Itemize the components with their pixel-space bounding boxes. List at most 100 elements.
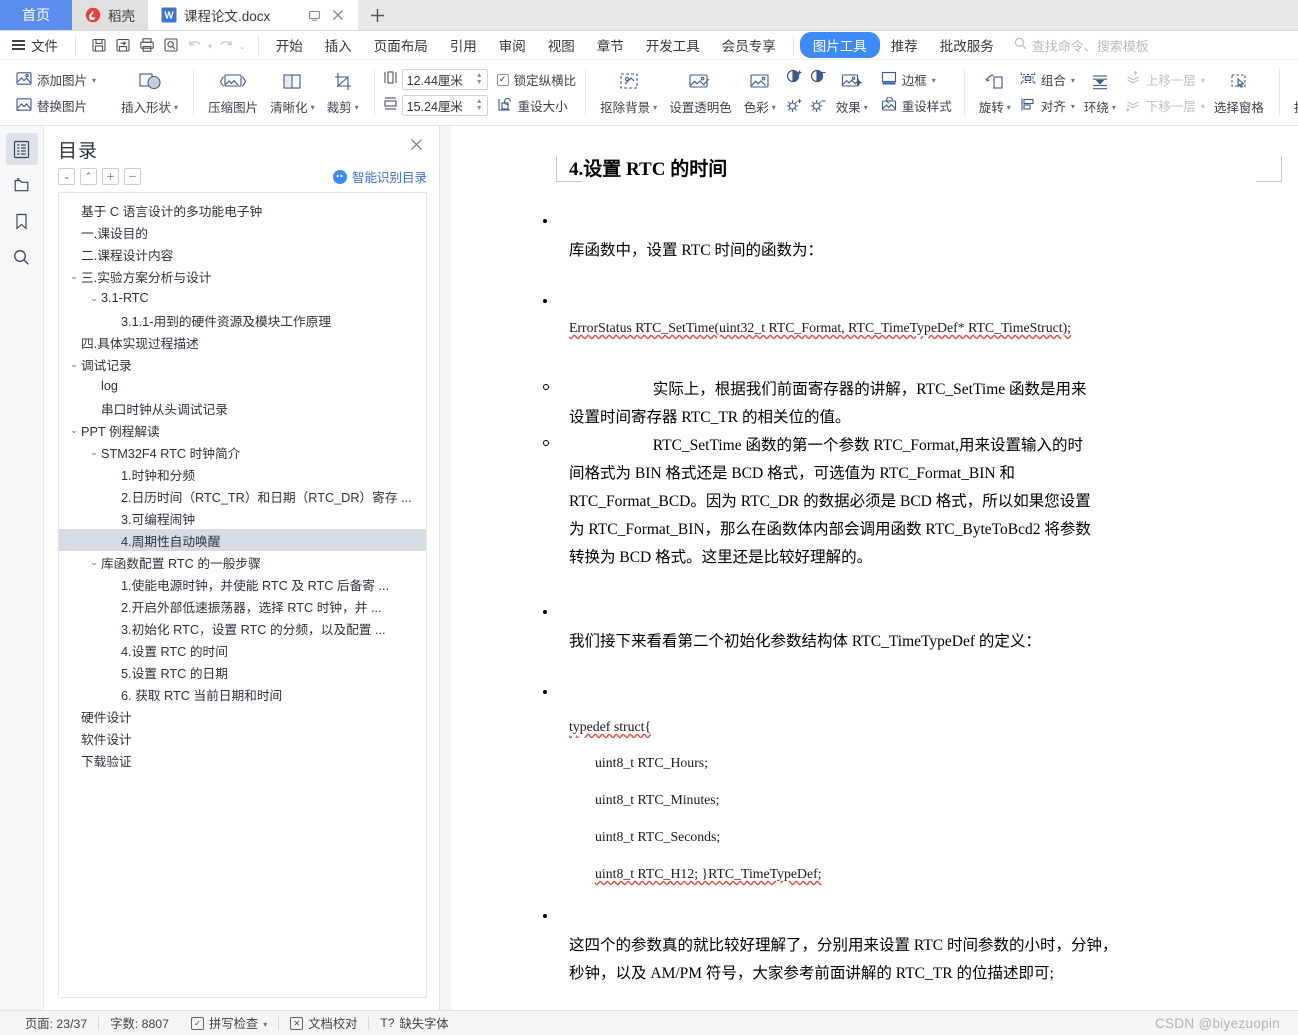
insert-shape-button[interactable]: 插入形状 ▾ (115, 67, 184, 118)
toc-item[interactable]: 一.课设目的 (59, 221, 426, 243)
reset-size-button[interactable]: 重设大小 (497, 96, 577, 115)
chevron-down-icon[interactable]: ▾ (1201, 76, 1205, 85)
crop-button[interactable]: 裁剪 ▾ (321, 67, 365, 118)
chevron-down-icon[interactable]: ▾ (1007, 103, 1011, 112)
chevron-down-icon[interactable]: ▾ (932, 76, 936, 85)
lock-aspect-ratio-checkbox[interactable]: ✓ 锁定纵横比 (496, 70, 576, 89)
toc-item[interactable]: 串口时钟从头调试记录 (59, 397, 426, 419)
toc-item[interactable]: ⌄ 调试记录 (59, 353, 426, 375)
tab-home[interactable]: 首页 (0, 0, 72, 30)
chevron-down-icon[interactable]: ▾ (1112, 103, 1116, 112)
undo-caret-icon[interactable]: ▾ (208, 42, 212, 51)
chevron-down-icon[interactable]: ⌄ (87, 447, 101, 458)
border-button[interactable]: 边框 ▾ (878, 68, 955, 91)
selection-pane-button[interactable]: 选择窗格 (1208, 67, 1270, 118)
tab-document[interactable]: 课程论文.docx (148, 0, 358, 30)
wrap-text-button[interactable]: 环绕 ▾ (1078, 67, 1122, 118)
toc-item[interactable]: ⌄ 三.实验方案分析与设计 (59, 265, 426, 287)
chevron-down-icon[interactable]: ⌄ (87, 293, 101, 304)
menu-item-view[interactable]: 视图 (537, 32, 586, 58)
toc-item[interactable]: 2.日历时间（RTC_TR）和日期（RTC_DR）寄存 ... (59, 485, 426, 507)
menu-item-correction-service[interactable]: 批改服务 (929, 32, 1005, 58)
color-button[interactable]: 色彩 ▾ (738, 67, 782, 118)
brightness-down-icon[interactable] (808, 95, 828, 120)
brightness-up-icon[interactable] (784, 95, 804, 120)
outline-icon[interactable] (5, 133, 38, 165)
tab-docker[interactable]: 稻壳 (72, 0, 148, 30)
contrast-up-icon[interactable] (784, 66, 804, 91)
batch-process-button[interactable]: 批量处理 (1288, 67, 1298, 118)
chevron-down-icon[interactable]: ▾ (311, 103, 315, 112)
collapse-up-icon[interactable]: ⌃ (80, 168, 97, 185)
toc-item[interactable]: 3.1.1-用到的硬件资源及模块工作原理 (59, 309, 426, 331)
chevron-down-icon[interactable]: ▾ (263, 1020, 267, 1029)
restore-window-icon[interactable] (307, 8, 321, 22)
chevron-down-icon[interactable]: ▾ (864, 103, 868, 112)
proofread-button[interactable]: ✕ 文档校对 (279, 1014, 368, 1032)
menu-item-picture-tools[interactable]: 图片工具 (799, 32, 880, 58)
chevron-down-icon[interactable]: ▾ (92, 76, 96, 85)
print-preview-icon[interactable] (160, 35, 181, 56)
toc-item[interactable]: 基于 C 语言设计的多功能电子钟 (59, 199, 426, 221)
chevron-down-icon[interactable]: ⌄ (67, 271, 81, 282)
toc-item[interactable]: 下载验证 (59, 749, 426, 771)
menu-item-recommend[interactable]: 推荐 (880, 32, 929, 58)
height-input[interactable]: 15.24厘米 ▲ ▼ (401, 95, 488, 116)
bookmark-icon[interactable] (6, 205, 38, 237)
width-stepper[interactable]: ▲ ▼ (476, 72, 483, 86)
toc-item[interactable]: ⌄ 3.1-RTC (59, 287, 426, 309)
rotate-button[interactable]: 旋转 ▾ (973, 67, 1017, 118)
smart-recognize-toc-button[interactable]: 智能识别目录 (332, 167, 427, 186)
redo-icon[interactable] (215, 35, 236, 56)
toc-item[interactable]: ⌄ 库函数配置 RTC 的一般步骤 (59, 551, 426, 573)
replace-picture-button[interactable]: 替换图片 (13, 94, 99, 117)
chevron-down-icon[interactable]: ▾ (355, 103, 359, 112)
toc-item[interactable]: 二.课程设计内容 (59, 243, 426, 265)
toc-item[interactable]: 5.设置 RTC 的日期 (59, 661, 426, 683)
toc-item[interactable]: 4.设置 RTC 的时间 (59, 639, 426, 661)
toc-item[interactable]: 6. 获取 RTC 当前日期和时间 (59, 683, 426, 705)
command-search[interactable]: 查找命令、搜索模板 (1014, 36, 1149, 55)
expand-all-icon[interactable]: ＋ (102, 168, 119, 185)
menu-item-section[interactable]: 章节 (586, 32, 635, 58)
menu-item-member-exclusive[interactable]: 会员专享 (711, 32, 787, 58)
toc-item[interactable]: 3.初始化 RTC，设置 RTC 的分频，以及配置 ... (59, 617, 426, 639)
save-icon[interactable] (88, 35, 109, 56)
reset-style-button[interactable]: 重设样式 (878, 94, 955, 117)
toc-item[interactable]: 软件设计 (59, 727, 426, 749)
add-picture-button[interactable]: 添加图片 ▾ (13, 68, 99, 91)
toc-item[interactable]: log (59, 375, 426, 397)
effects-button[interactable]: 效果 ▾ (830, 67, 874, 118)
search-icon[interactable] (6, 241, 38, 273)
menu-item-references[interactable]: 引用 (439, 32, 488, 58)
menu-item-page-layout[interactable]: 页面布局 (363, 32, 439, 58)
remove-background-button[interactable]: 抠除背景 ▾ (594, 67, 663, 118)
toc-item[interactable]: 四.具体实现过程描述 (59, 331, 426, 353)
align-button[interactable]: 对齐 ▾ (1017, 94, 1078, 117)
chevron-down-icon[interactable]: ⌄ (87, 557, 101, 568)
undo-icon[interactable] (184, 35, 205, 56)
close-icon[interactable] (406, 136, 427, 157)
toc-item[interactable]: 4.周期性自动唤醒 (59, 529, 426, 551)
bring-forward-button[interactable]: 上移一层 ▾ (1122, 68, 1208, 91)
document-content[interactable]: 4.设置 RTC 的时间 库函数中，设置 RTC 时间的函数为： ErrorSt… (543, 154, 1270, 1010)
missing-font-button[interactable]: T? 缺失字体 (369, 1014, 459, 1032)
toc-item[interactable]: 1.时钟和分频 (59, 463, 426, 485)
contrast-down-icon[interactable] (808, 66, 828, 91)
compress-picture-button[interactable]: 压缩图片 (202, 67, 264, 118)
chevron-down-icon[interactable]: ▾ (1201, 102, 1205, 111)
toc-item[interactable]: ⌄ PPT 例程解读 (59, 419, 426, 441)
thumbnail-icon[interactable] (6, 169, 38, 201)
toc-item[interactable]: 硬件设计 (59, 705, 426, 727)
toc-item[interactable]: 3.可编程闹钟 (59, 507, 426, 529)
width-input[interactable]: 12.44厘米 ▲ ▼ (401, 69, 488, 90)
new-tab-button[interactable] (358, 0, 396, 30)
chevron-down-icon[interactable]: ▾ (772, 103, 776, 112)
send-backward-button[interactable]: 下移一层 ▾ (1122, 94, 1208, 117)
chevron-down-icon[interactable]: ▾ (653, 103, 657, 112)
customize-qat-icon[interactable]: ⌄ (239, 42, 246, 51)
chevron-down-icon[interactable]: ▾ (1071, 102, 1075, 111)
file-menu-button[interactable]: 文件 (0, 35, 69, 55)
menu-item-review[interactable]: 审阅 (488, 32, 537, 58)
chevron-down-icon[interactable]: ▾ (174, 103, 178, 112)
